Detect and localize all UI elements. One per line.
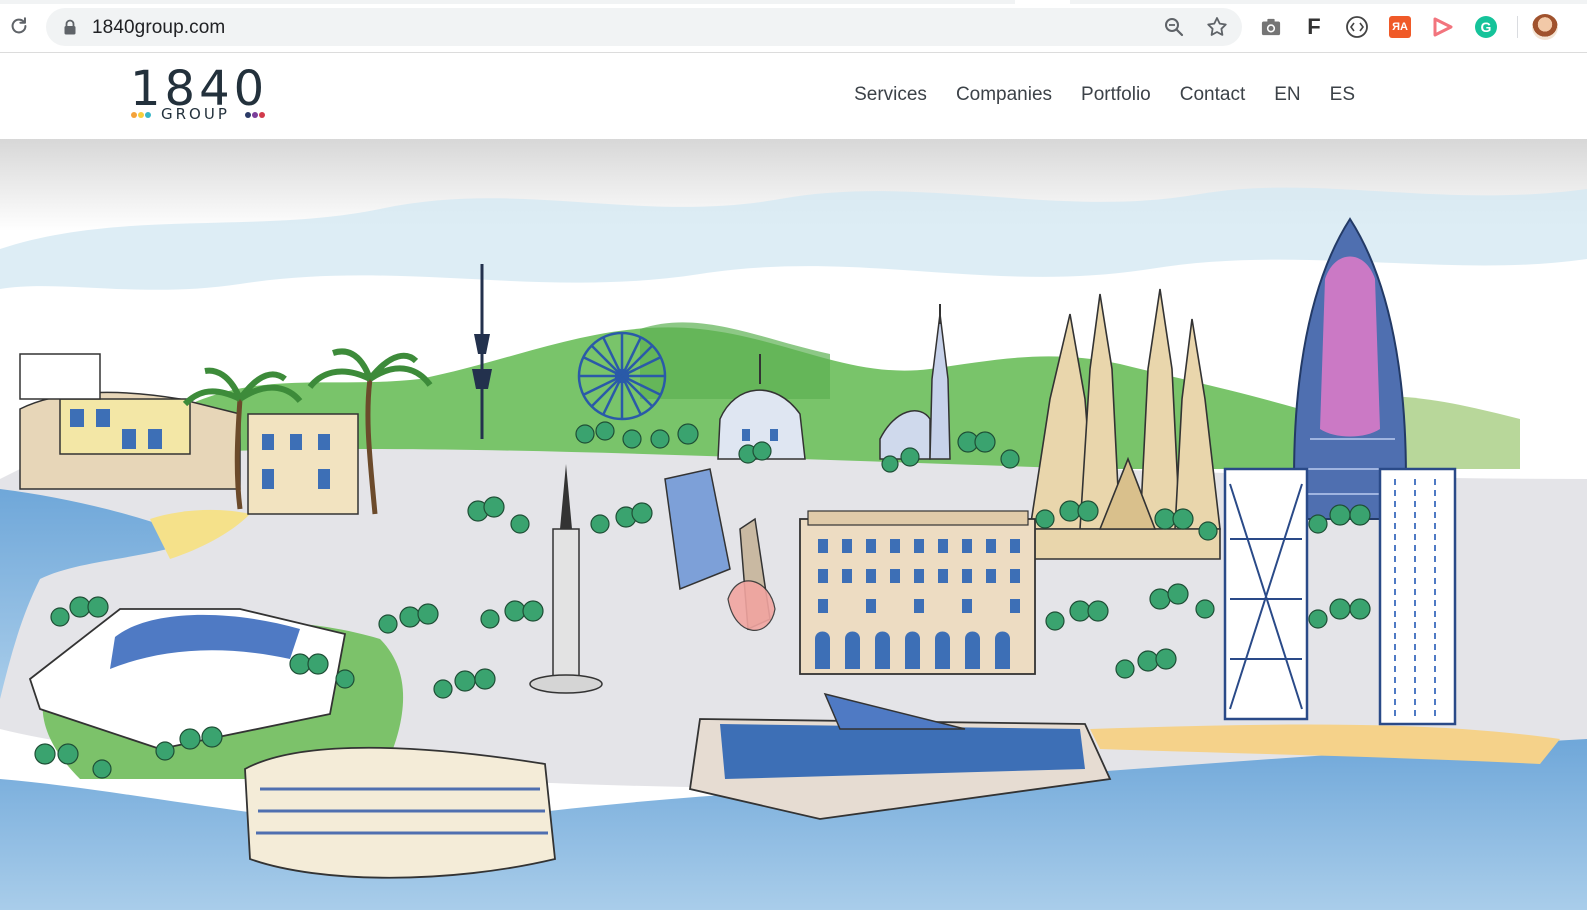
address-bar[interactable]: 1840group.com — [46, 8, 1242, 46]
logo-dots-right — [245, 112, 265, 118]
play-extension-icon[interactable] — [1430, 14, 1456, 40]
code-extension-icon[interactable] — [1344, 14, 1370, 40]
main-nav: Services Companies Portfolio Contact EN … — [854, 84, 1355, 106]
site-logo[interactable]: 1840 GROUP — [130, 61, 270, 129]
hero-illustration — [0, 139, 1587, 910]
translate-extension-icon[interactable]: ЯA — [1387, 14, 1413, 40]
site-header: 1840 GROUP Services Companies Portfolio … — [0, 53, 1587, 139]
toolbar-separator — [1517, 16, 1518, 38]
lock-icon — [64, 19, 76, 35]
nav-portfolio[interactable]: Portfolio — [1081, 84, 1151, 106]
f-extension-icon[interactable]: F — [1301, 14, 1327, 40]
central-building — [799, 510, 1036, 675]
url-text: 1840group.com — [92, 17, 226, 38]
bookmark-star-icon[interactable] — [1205, 15, 1229, 39]
tab-strip-edge — [0, 0, 1587, 4]
logo-dots-left — [131, 112, 151, 118]
grammarly-icon[interactable]: G — [1473, 14, 1499, 40]
nav-lang-en[interactable]: EN — [1274, 84, 1300, 106]
reload-icon[interactable] — [6, 13, 32, 39]
zoom-icon[interactable] — [1162, 15, 1186, 39]
nav-lang-es[interactable]: ES — [1330, 84, 1355, 106]
barcelona-skyline-illustration — [0, 139, 1587, 910]
ferris-wheel — [577, 331, 667, 421]
browser-toolbar: 1840group.com F ЯA G — [0, 0, 1587, 53]
logo-word: GROUP — [161, 105, 230, 123]
nav-contact[interactable]: Contact — [1180, 84, 1245, 106]
camera-icon[interactable] — [1258, 14, 1284, 40]
nav-companies[interactable]: Companies — [956, 84, 1052, 106]
profile-avatar[interactable] — [1532, 14, 1558, 40]
nav-services[interactable]: Services — [854, 84, 927, 106]
museum-bottom — [244, 746, 556, 879]
